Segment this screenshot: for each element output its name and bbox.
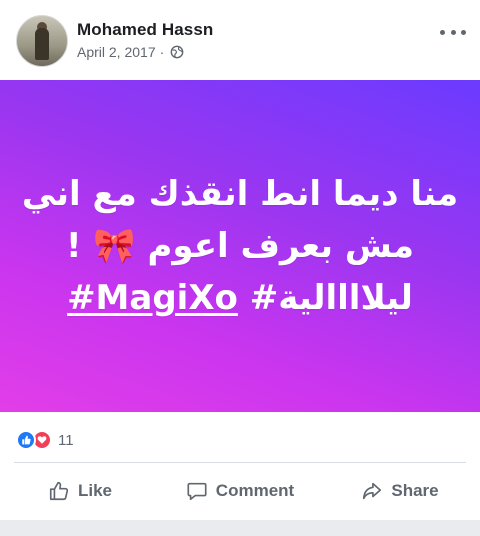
share-label: Share: [391, 481, 439, 500]
post-image[interactable]: منا ديما انط انقذك مع اني مش بعرف اعوم 🎀…: [0, 80, 480, 412]
feed-separator: [0, 520, 480, 536]
hashtag-magixo[interactable]: #MagiXo: [67, 278, 238, 318]
comment-button[interactable]: Comment: [160, 480, 320, 502]
post-text-line-3: ليلاااالية# #MagiXo: [67, 272, 413, 324]
post-meta: April 2, 2017 ·: [77, 44, 184, 60]
post-header: Mohamed Hassn April 2, 2017 ·: [0, 0, 480, 80]
thumbs-up-icon: [49, 481, 69, 501]
meta-separator: ·: [159, 44, 165, 60]
comment-label: Comment: [215, 481, 295, 500]
more-dot: [440, 29, 445, 35]
hashtag-arabic[interactable]: ليلاااالية#: [250, 278, 413, 318]
share-icon: [363, 482, 382, 500]
post-text-line-2: مش بعرف اعوم 🎀 !: [65, 226, 415, 266]
more-dot: [450, 29, 456, 35]
post-date[interactable]: April 2, 2017: [77, 44, 156, 60]
post-text-line-1: منا ديما انط انقذك مع اني: [21, 174, 459, 214]
reactions-summary[interactable]: 11: [16, 428, 74, 452]
more-dot: [461, 29, 466, 35]
post-actions: Like Comment Share: [0, 466, 480, 516]
comment-icon: [187, 482, 207, 501]
avatar[interactable]: [16, 15, 68, 67]
author-name[interactable]: Mohamed Hassn: [77, 20, 213, 40]
divider: [14, 462, 466, 463]
avatar-body: [35, 28, 49, 60]
more-options-icon[interactable]: [440, 26, 466, 38]
share-button[interactable]: Share: [320, 480, 480, 502]
like-label: Like: [77, 481, 113, 500]
like-reaction-icon: [16, 430, 36, 450]
like-button[interactable]: Like: [0, 480, 160, 502]
reaction-count: 11: [58, 431, 74, 449]
globe-icon[interactable]: [170, 45, 184, 59]
